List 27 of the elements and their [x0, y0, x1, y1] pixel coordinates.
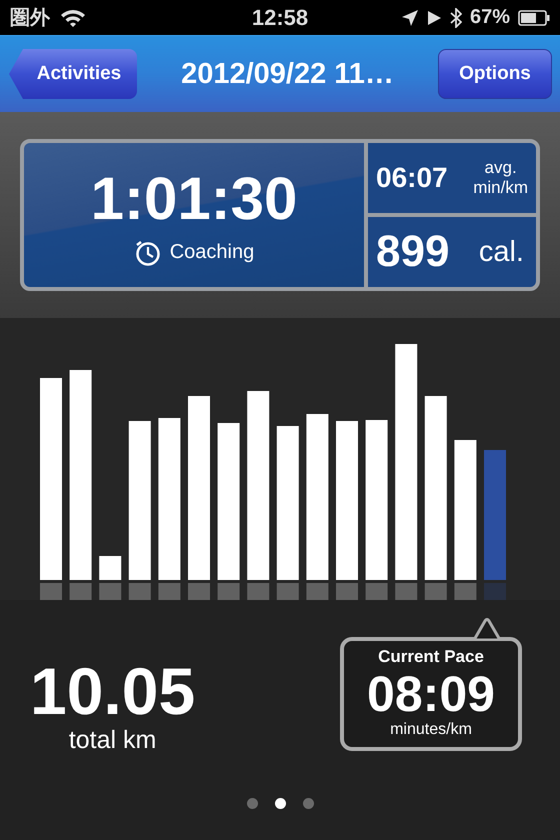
page-dot[interactable]: [302, 798, 314, 809]
battery-percent-text: 67%: [470, 6, 510, 29]
calories-value: 899: [376, 227, 450, 277]
page-dot[interactable]: [274, 798, 286, 809]
options-button[interactable]: Options: [438, 49, 552, 99]
distance-unit: total km: [68, 726, 156, 755]
current-pace-title: Current Pace: [378, 647, 484, 667]
current-pace-unit: minutes/km: [390, 721, 472, 739]
calories-unit: cal.: [478, 236, 525, 268]
clock-text: 12:58: [252, 4, 308, 30]
pace-unit-label: min/km: [473, 178, 528, 198]
page-dot[interactable]: [246, 798, 258, 809]
duration-value: 1:01:30: [90, 164, 298, 232]
stopwatch-icon: [134, 238, 162, 266]
location-arrow-icon: [402, 10, 418, 26]
back-button[interactable]: Activities: [9, 49, 137, 99]
coaching-label: Coaching: [170, 241, 254, 264]
play-icon: [426, 10, 442, 26]
current-pace-value: 08:09: [367, 667, 495, 721]
carrier-text: 圏外: [10, 6, 50, 31]
bluetooth-icon: [450, 8, 462, 28]
nav-title: 2012/09/22 11…: [181, 58, 394, 90]
average-pace-value: 06:07: [376, 162, 448, 194]
battery-icon: [518, 10, 550, 26]
average-label: avg.: [484, 158, 517, 178]
distance-value: 10.05: [30, 656, 196, 726]
wifi-icon: [60, 8, 86, 28]
